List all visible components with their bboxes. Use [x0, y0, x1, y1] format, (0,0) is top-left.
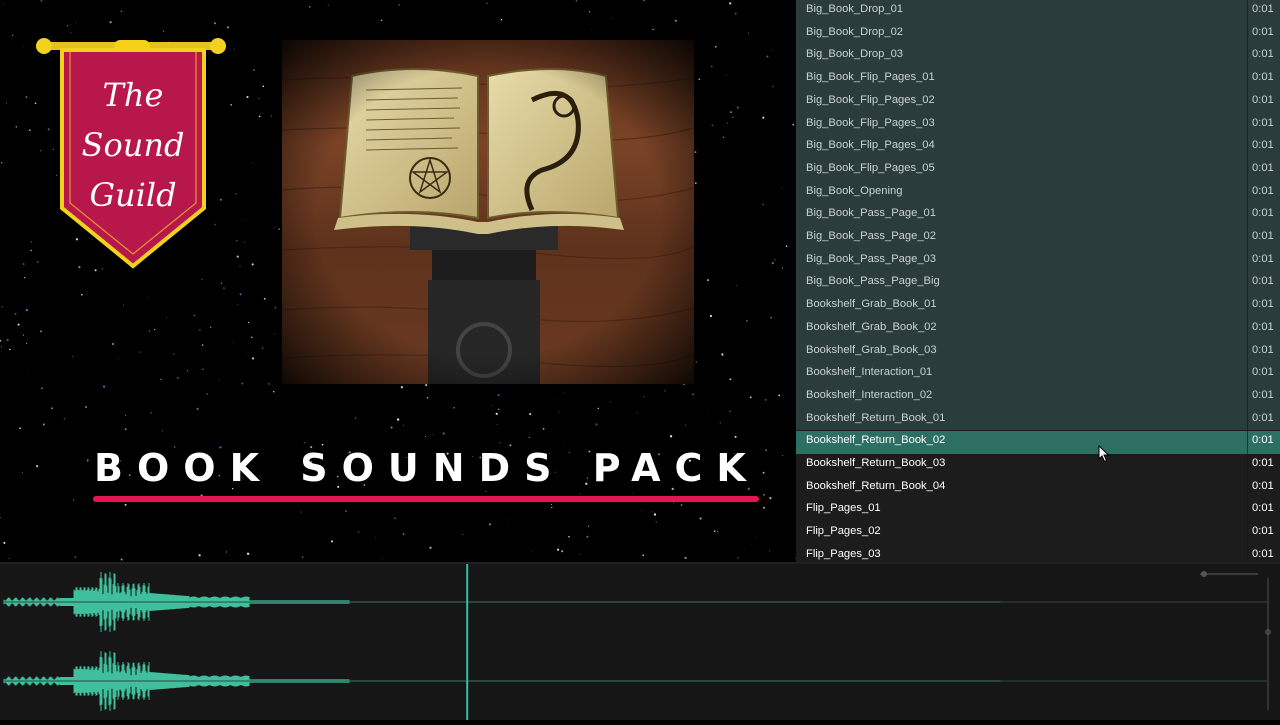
file-name: Bookshelf_Return_Book_02 [806, 434, 945, 446]
file-name: Bookshelf_Return_Book_04 [806, 480, 945, 492]
file-row[interactable]: Bookshelf_Interaction_02 0:01 [796, 386, 1280, 409]
file-duration: 0:01 [1252, 298, 1274, 310]
file-duration: 0:01 [1252, 389, 1274, 401]
file-row[interactable]: Bookshelf_Return_Book_03 0:01 [796, 454, 1280, 477]
file-duration: 0:01 [1252, 48, 1274, 60]
waveform-top-border [0, 562, 1280, 564]
file-duration: 0:01 [1252, 207, 1274, 219]
file-name: Big_Book_Drop_01 [806, 3, 903, 15]
file-row[interactable]: Big_Book_Pass_Page_03 0:01 [796, 250, 1280, 273]
file-row[interactable]: Flip_Pages_01 0:01 [796, 499, 1280, 522]
file-name: Big_Book_Flip_Pages_04 [806, 139, 935, 151]
file-duration: 0:01 [1252, 480, 1274, 492]
file-row[interactable]: Bookshelf_Return_Book_04 0:01 [796, 477, 1280, 500]
file-duration: 0:01 [1252, 412, 1274, 424]
banner-line-1: The [60, 70, 206, 120]
file-row[interactable]: Big_Book_Flip_Pages_02 0:01 [796, 91, 1280, 114]
vertical-zoom-scrollbar[interactable] [1262, 574, 1274, 714]
file-row[interactable]: Big_Book_Pass_Page_01 0:01 [796, 204, 1280, 227]
file-name: Bookshelf_Grab_Book_03 [806, 344, 937, 356]
file-name: Big_Book_Flip_Pages_03 [806, 117, 935, 129]
zoom-slider[interactable] [1198, 570, 1260, 578]
file-duration: 0:01 [1252, 457, 1274, 469]
file-duration: 0:01 [1252, 26, 1274, 38]
file-name: Bookshelf_Grab_Book_01 [806, 298, 937, 310]
file-name: Bookshelf_Interaction_02 [806, 389, 932, 401]
file-name: Big_Book_Pass_Page_03 [806, 253, 936, 265]
file-duration: 0:01 [1252, 275, 1274, 287]
file-name: Flip_Pages_02 [806, 525, 881, 537]
file-duration: 0:01 [1252, 344, 1274, 356]
app-window: The Sound Guild [0, 0, 1280, 720]
file-row[interactable]: Big_Book_Flip_Pages_01 0:01 [796, 68, 1280, 91]
file-name: Flip_Pages_01 [806, 502, 881, 514]
file-row[interactable]: Big_Book_Opening 0:01 [796, 182, 1280, 205]
file-name: Bookshelf_Grab_Book_02 [806, 321, 937, 333]
file-row[interactable]: Big_Book_Flip_Pages_03 0:01 [796, 114, 1280, 137]
file-row[interactable]: Bookshelf_Grab_Book_01 0:01 [796, 295, 1280, 318]
book-on-pedestal-image [282, 40, 694, 384]
banner-text: The Sound Guild [60, 70, 206, 220]
file-row[interactable]: Big_Book_Drop_01 0:01 [796, 0, 1280, 23]
file-row[interactable]: Big_Book_Drop_02 0:01 [796, 23, 1280, 46]
file-name: Big_Book_Flip_Pages_01 [806, 71, 935, 83]
file-duration: 0:01 [1252, 185, 1274, 197]
banner-cap [114, 40, 150, 52]
mouse-cursor-icon [1098, 445, 1112, 463]
file-duration: 0:01 [1252, 366, 1274, 378]
title-underline [93, 496, 759, 502]
file-duration: 0:01 [1252, 94, 1274, 106]
file-duration: 0:01 [1252, 502, 1274, 514]
file-row[interactable]: Bookshelf_Return_Book_01 0:01 [796, 409, 1280, 432]
file-duration: 0:01 [1252, 162, 1274, 174]
file-name: Bookshelf_Return_Book_01 [806, 412, 945, 424]
file-row[interactable]: Flip_Pages_03 0:01 [796, 545, 1280, 562]
file-row[interactable]: Bookshelf_Grab_Book_02 0:01 [796, 318, 1280, 341]
file-duration: 0:01 [1252, 434, 1274, 446]
banner-line-3: Guild [60, 170, 206, 220]
file-name: Big_Book_Drop_02 [806, 26, 903, 38]
sound-guild-logo: The Sound Guild [36, 38, 230, 268]
banner-knob-left [36, 38, 52, 54]
file-duration: 0:01 [1252, 117, 1274, 129]
banner-line-2: Sound [60, 120, 206, 170]
file-duration: 0:01 [1252, 548, 1274, 560]
file-name: Big_Book_Drop_03 [806, 48, 903, 60]
file-duration: 0:01 [1252, 139, 1274, 151]
file-name: Big_Book_Flip_Pages_05 [806, 162, 935, 174]
file-duration: 0:01 [1252, 230, 1274, 242]
sound-file-list[interactable]: Big_Book_Drop_01 0:01 Big_Book_Drop_02 0:01… [796, 0, 1280, 562]
file-name: Big_Book_Pass_Page_Big [806, 275, 940, 287]
file-row[interactable]: Big_Book_Flip_Pages_04 0:01 [796, 136, 1280, 159]
column-divider [1247, 0, 1248, 562]
file-duration: 0:01 [1252, 253, 1274, 265]
file-row[interactable]: Bookshelf_Interaction_01 0:01 [796, 363, 1280, 386]
file-name: Big_Book_Pass_Page_02 [806, 230, 936, 242]
file-row[interactable]: Big_Book_Flip_Pages_05 0:01 [796, 159, 1280, 182]
file-duration: 0:01 [1252, 71, 1274, 83]
file-row[interactable]: Big_Book_Drop_03 0:01 [796, 45, 1280, 68]
promo-panel: The Sound Guild [0, 0, 796, 562]
file-name: Big_Book_Pass_Page_01 [806, 207, 936, 219]
file-row[interactable]: Big_Book_Pass_Page_02 0:01 [796, 227, 1280, 250]
waveform-display[interactable] [0, 562, 1280, 720]
waveform-panel[interactable] [0, 562, 1280, 720]
file-name: Bookshelf_Return_Book_03 [806, 457, 945, 469]
file-row[interactable]: Bookshelf_Return_Book_02 0:01 [796, 431, 1280, 454]
file-duration: 0:01 [1252, 321, 1274, 333]
file-row[interactable]: Big_Book_Pass_Page_Big 0:01 [796, 272, 1280, 295]
file-duration: 0:01 [1252, 3, 1274, 15]
file-row[interactable]: Flip_Pages_02 0:01 [796, 522, 1280, 545]
file-name: Big_Book_Opening [806, 185, 902, 197]
file-name: Bookshelf_Interaction_01 [806, 366, 932, 378]
file-row[interactable]: Bookshelf_Grab_Book_03 0:01 [796, 341, 1280, 364]
file-duration: 0:01 [1252, 525, 1274, 537]
banner-knob-right [210, 38, 226, 54]
file-name: Flip_Pages_03 [806, 548, 881, 560]
file-name: Big_Book_Flip_Pages_02 [806, 94, 935, 106]
pack-title: BOOK SOUNDS PACK [94, 446, 758, 490]
